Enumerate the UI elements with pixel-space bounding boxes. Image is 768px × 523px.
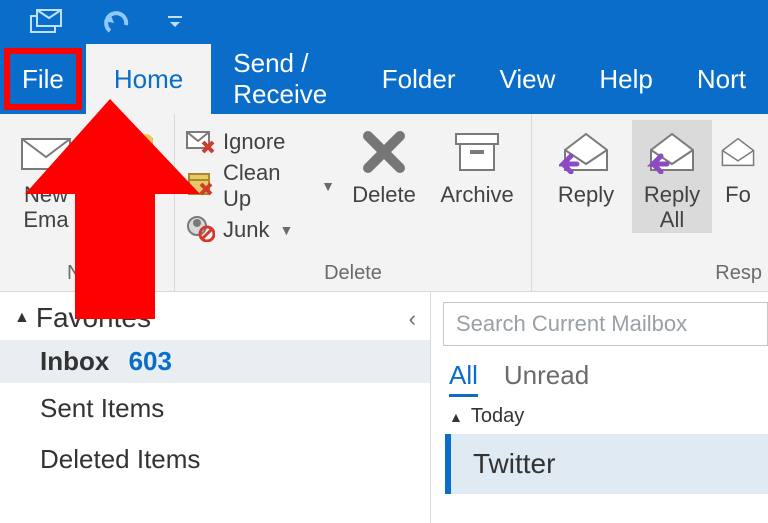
tab-send-receive[interactable]: Send / Receive (211, 44, 360, 114)
undo-icon[interactable] (100, 9, 130, 35)
content-area: ▲ Favorites ‹ Inbox 603 Sent Items Delet… (0, 292, 768, 523)
junk-button[interactable]: Junk ▼ (185, 208, 335, 252)
reply-envelope-icon (559, 124, 613, 180)
ribbon-group-respond: Reply Reply All Fo Resp (532, 114, 768, 291)
button-label: Junk (223, 217, 269, 243)
button-label: Clean Up (223, 160, 311, 212)
tab-label: Home (114, 64, 183, 95)
group-label: Today (471, 405, 524, 428)
message-sender: Twitter (473, 448, 555, 479)
customize-qat-icon[interactable] (166, 13, 184, 31)
folder-sent-items[interactable]: Sent Items (0, 383, 430, 434)
reply-button[interactable]: Reply (546, 120, 626, 207)
tab-home[interactable]: Home (86, 44, 211, 114)
junk-icon (185, 214, 215, 247)
message-list-pane: All Unread ▲ Today Twitter (430, 292, 768, 523)
tab-label: Nort (697, 64, 746, 95)
button-label: Reply (558, 182, 614, 207)
chevron-down-icon: ▼ (279, 222, 293, 238)
button-label: New Ema (23, 182, 68, 233)
group-label: Resp (532, 260, 768, 291)
collapse-triangle-icon: ▲ (449, 409, 463, 425)
button-label: Delete (352, 182, 416, 207)
button-label: Reply All (644, 182, 700, 233)
folder-inbox[interactable]: Inbox 603 (0, 340, 430, 383)
tab-help[interactable]: Help (577, 44, 674, 114)
button-label: Ignore (223, 129, 285, 155)
filter-all[interactable]: All (449, 360, 478, 397)
filter-unread[interactable]: Unread (504, 360, 589, 397)
search-input[interactable] (443, 302, 768, 346)
delete-x-icon (360, 124, 408, 180)
button-label: Archive (440, 182, 513, 207)
ribbon-tabs: File Home Send / Receive Folder View Hel… (0, 44, 768, 114)
new-email-button[interactable]: New Ema (10, 120, 82, 233)
group-label: Delete (175, 260, 531, 291)
chevron-down-icon: ▼ (321, 178, 335, 194)
navigation-pane: ▲ Favorites ‹ Inbox 603 Sent Items Delet… (0, 292, 430, 523)
folder-deleted-items[interactable]: Deleted Items (0, 434, 430, 485)
envelope-icon (20, 124, 72, 180)
folder-name: Inbox (40, 346, 109, 376)
group-label: New (0, 260, 174, 291)
reply-all-envelope-icon (645, 124, 699, 180)
ribbon: New Ema New Ignore (0, 114, 768, 292)
button-label: Fo (725, 182, 751, 207)
forward-button[interactable]: Fo (718, 120, 758, 207)
folder-name: Deleted Items (40, 444, 200, 474)
forward-envelope-icon (718, 124, 758, 180)
tab-label: Help (599, 64, 652, 95)
ignore-button[interactable]: Ignore (185, 120, 335, 164)
mail-stack-icon[interactable] (30, 9, 64, 35)
collapse-triangle-icon: ▲ (14, 309, 30, 327)
message-item[interactable]: Twitter (445, 434, 768, 494)
favorites-label: Favorites (36, 302, 151, 334)
reply-all-button[interactable]: Reply All (632, 120, 712, 233)
ribbon-group-delete: Ignore Clean Up ▼ Junk ▼ (175, 114, 532, 291)
tab-label: Folder (382, 64, 456, 95)
date-group-header[interactable]: ▲ Today (431, 401, 768, 430)
tab-file[interactable]: File (0, 44, 86, 114)
archive-icon (452, 124, 502, 180)
unread-count: 603 (129, 346, 172, 376)
collapse-pane-icon[interactable]: ‹ (409, 306, 416, 332)
tab-label: File (22, 64, 64, 95)
filter-tabs: All Unread (431, 354, 768, 401)
envelope-star-icon (102, 124, 154, 180)
delete-button[interactable]: Delete (345, 120, 423, 207)
new-items-button[interactable] (92, 120, 164, 180)
cleanup-button[interactable]: Clean Up ▼ (185, 164, 335, 208)
title-bar (0, 0, 768, 44)
archive-button[interactable]: Archive (433, 120, 521, 207)
ignore-icon (185, 126, 215, 159)
folder-name: Sent Items (40, 393, 164, 423)
tab-view[interactable]: View (478, 44, 578, 114)
tab-label: Send / Receive (233, 48, 338, 110)
tab-label: View (500, 64, 556, 95)
tab-partial[interactable]: Nort (675, 44, 768, 114)
favorites-header[interactable]: ▲ Favorites (0, 292, 430, 340)
cleanup-icon (185, 170, 215, 203)
tab-folder[interactable]: Folder (360, 44, 478, 114)
ribbon-group-new: New Ema New (0, 114, 175, 291)
